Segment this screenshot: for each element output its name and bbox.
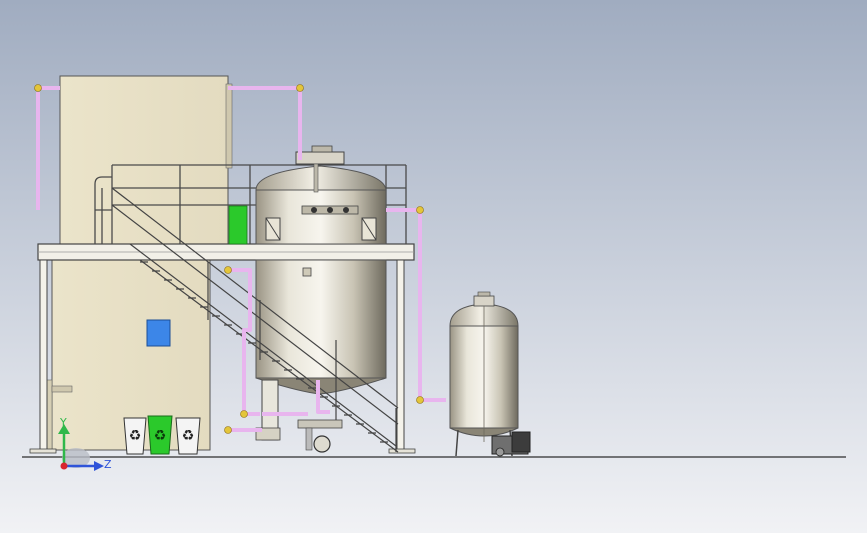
cad-viewport[interactable]: ♻ ♻ ♻ Y Z bbox=[0, 0, 867, 533]
z-axis-label: Z bbox=[104, 458, 112, 471]
recycle-bin-white-left: ♻ bbox=[123, 417, 147, 455]
origin-point bbox=[60, 462, 68, 470]
secondary-vessel bbox=[449, 291, 519, 457]
pump-assembly bbox=[297, 419, 343, 453]
recycle-icon: ♻ bbox=[129, 428, 142, 444]
cad-scene: ♻ ♻ ♻ Y Z bbox=[22, 75, 846, 471]
main-process-tank bbox=[255, 145, 387, 441]
blue-access-panel bbox=[146, 319, 171, 347]
recycle-icon: ♻ bbox=[182, 428, 195, 444]
recycle-bin-white-right: ♻ bbox=[175, 417, 201, 455]
motor-unit bbox=[491, 431, 531, 457]
recycle-icon: ♻ bbox=[154, 428, 167, 444]
building-block bbox=[39, 75, 233, 451]
y-axis-label: Y bbox=[59, 416, 67, 429]
recycle-bin-green: ♻ bbox=[147, 415, 173, 455]
green-container-upper bbox=[228, 205, 248, 245]
